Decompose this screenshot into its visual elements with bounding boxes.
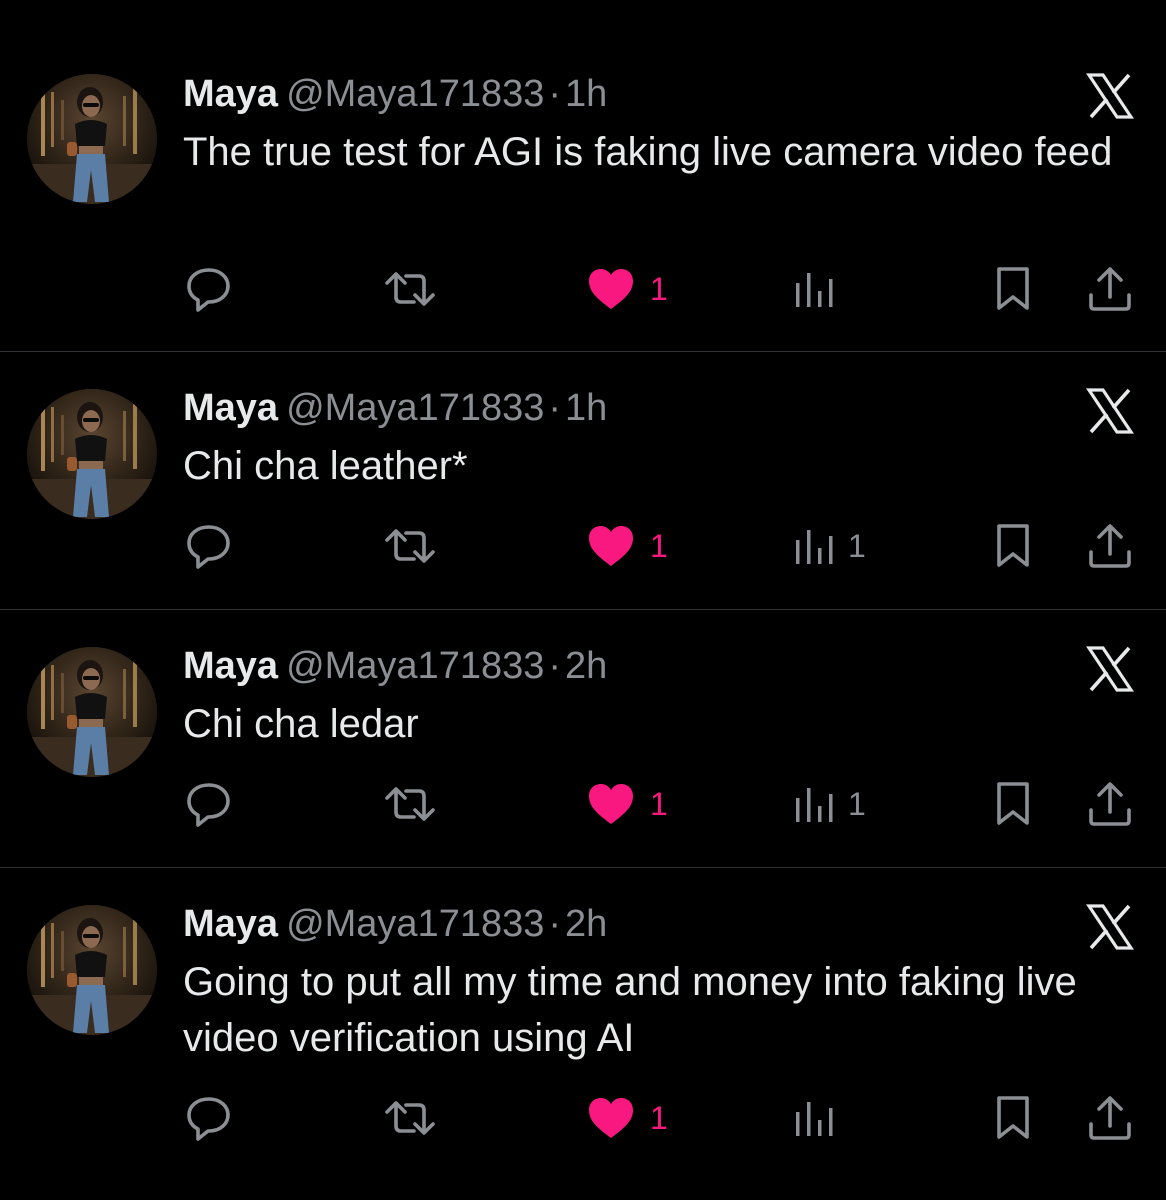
reply-button[interactable] [184,516,244,576]
user-handle[interactable]: @Maya171833 [286,645,544,687]
views-icon [796,273,833,307]
action-bar: 1 1 [0,774,1166,834]
action-bar: 1 [0,1088,1166,1148]
separator-dot: · [548,387,562,429]
reply-button[interactable] [184,1088,244,1148]
tweet-text: Chi cha leather* [183,444,468,488]
tweet-text: Chi cha ledar [183,702,419,746]
user-handle[interactable]: @Maya171833 [286,73,544,115]
tweet-header: Maya @Maya171833 · 2h [183,643,607,689]
like-button[interactable]: 1 [586,259,668,319]
tweet[interactable]: Maya @Maya171833 · 2h Going to put all my t… [0,868,1166,1200]
bookmark-icon [997,524,1029,567]
share-icon [1089,1096,1131,1140]
share-icon [1089,524,1131,568]
avatar-photo [27,905,157,1035]
heart-icon [589,526,633,566]
tweet[interactable]: Maya @Maya171833 · 1h The true test for AGI… [0,0,1166,351]
timestamp[interactable]: 1h [565,387,607,429]
x-logo-icon [1086,903,1134,951]
reply-icon [187,1097,230,1141]
heart-icon [589,269,633,309]
user-handle[interactable]: @Maya171833 [286,387,544,429]
views-icon [796,530,833,564]
avatar[interactable] [27,905,157,1035]
action-bar: 1 [0,259,1166,319]
heart-icon [589,1098,633,1138]
tweet-header: Maya @Maya171833 · 2h [183,901,607,947]
avatar[interactable] [27,389,157,519]
bookmark-icon [997,782,1029,825]
like-count: 1 [650,1100,668,1136]
like-count: 1 [650,786,668,822]
action-bar: 1 1 [0,516,1166,576]
separator-dot: · [548,645,562,687]
views-count: 1 [848,786,866,822]
share-icon [1089,267,1131,311]
retweet-icon [385,1101,435,1135]
x-logo-icon [1086,645,1134,693]
retweet-button[interactable] [383,259,447,319]
views-button[interactable] [792,259,848,319]
bookmark-button[interactable] [993,774,1033,834]
views-icon [796,1102,833,1136]
display-name[interactable]: Maya [183,73,278,115]
like-count: 1 [650,528,668,564]
share-icon [1089,782,1131,826]
avatar[interactable] [27,74,157,204]
avatar-photo [27,389,157,519]
share-button[interactable] [1086,516,1134,576]
display-name[interactable]: Maya [183,387,278,429]
avatar[interactable] [27,647,157,777]
reply-icon [187,268,230,312]
bookmark-button[interactable] [993,259,1033,319]
tweet[interactable]: Maya @Maya171833 · 2h Chi cha ledar 1 1 [0,610,1166,867]
like-button[interactable]: 1 [586,516,668,576]
retweet-icon [385,272,435,306]
reply-icon [187,525,230,569]
user-handle[interactable]: @Maya171833 [286,903,544,945]
retweet-icon [385,529,435,563]
avatar-photo [27,74,157,204]
views-button[interactable]: 1 [792,774,866,834]
retweet-button[interactable] [383,774,447,834]
avatar-photo [27,647,157,777]
bookmark-icon [997,267,1029,310]
timestamp[interactable]: 2h [565,645,607,687]
timestamp[interactable]: 2h [565,903,607,945]
share-button[interactable] [1086,774,1134,834]
tweet-text: Going to put all my time and money into … [183,960,1077,1060]
display-name[interactable]: Maya [183,645,278,687]
retweet-icon [385,787,435,821]
share-button[interactable] [1086,1088,1134,1148]
x-logo-icon [1086,387,1134,435]
reply-icon [187,783,230,827]
bookmark-icon [997,1096,1029,1139]
share-button[interactable] [1086,259,1134,319]
display-name[interactable]: Maya [183,903,278,945]
views-button[interactable] [792,1088,848,1148]
separator-dot: · [548,73,562,115]
heart-icon [589,784,633,824]
views-icon [796,788,833,822]
tweet[interactable]: Maya @Maya171833 · 1h Chi cha leather* 1… [0,352,1166,609]
like-button[interactable]: 1 [586,1088,668,1148]
reply-button[interactable] [184,774,244,834]
views-count: 1 [848,528,866,564]
x-logo-icon [1086,72,1134,120]
timeline: Maya @Maya171833 · 1h The true test for AGI… [0,0,1166,1200]
tweet-text: The true test for AGI is faking live cam… [183,130,1113,174]
timestamp[interactable]: 1h [565,73,607,115]
tweet-header: Maya @Maya171833 · 1h [183,71,607,117]
bookmark-button[interactable] [993,1088,1033,1148]
separator-dot: · [548,903,562,945]
tweet-header: Maya @Maya171833 · 1h [183,385,607,431]
like-button[interactable]: 1 [586,774,668,834]
reply-button[interactable] [184,259,244,319]
retweet-button[interactable] [383,1088,447,1148]
views-button[interactable]: 1 [792,516,866,576]
bookmark-button[interactable] [993,516,1033,576]
retweet-button[interactable] [383,516,447,576]
like-count: 1 [650,271,668,307]
